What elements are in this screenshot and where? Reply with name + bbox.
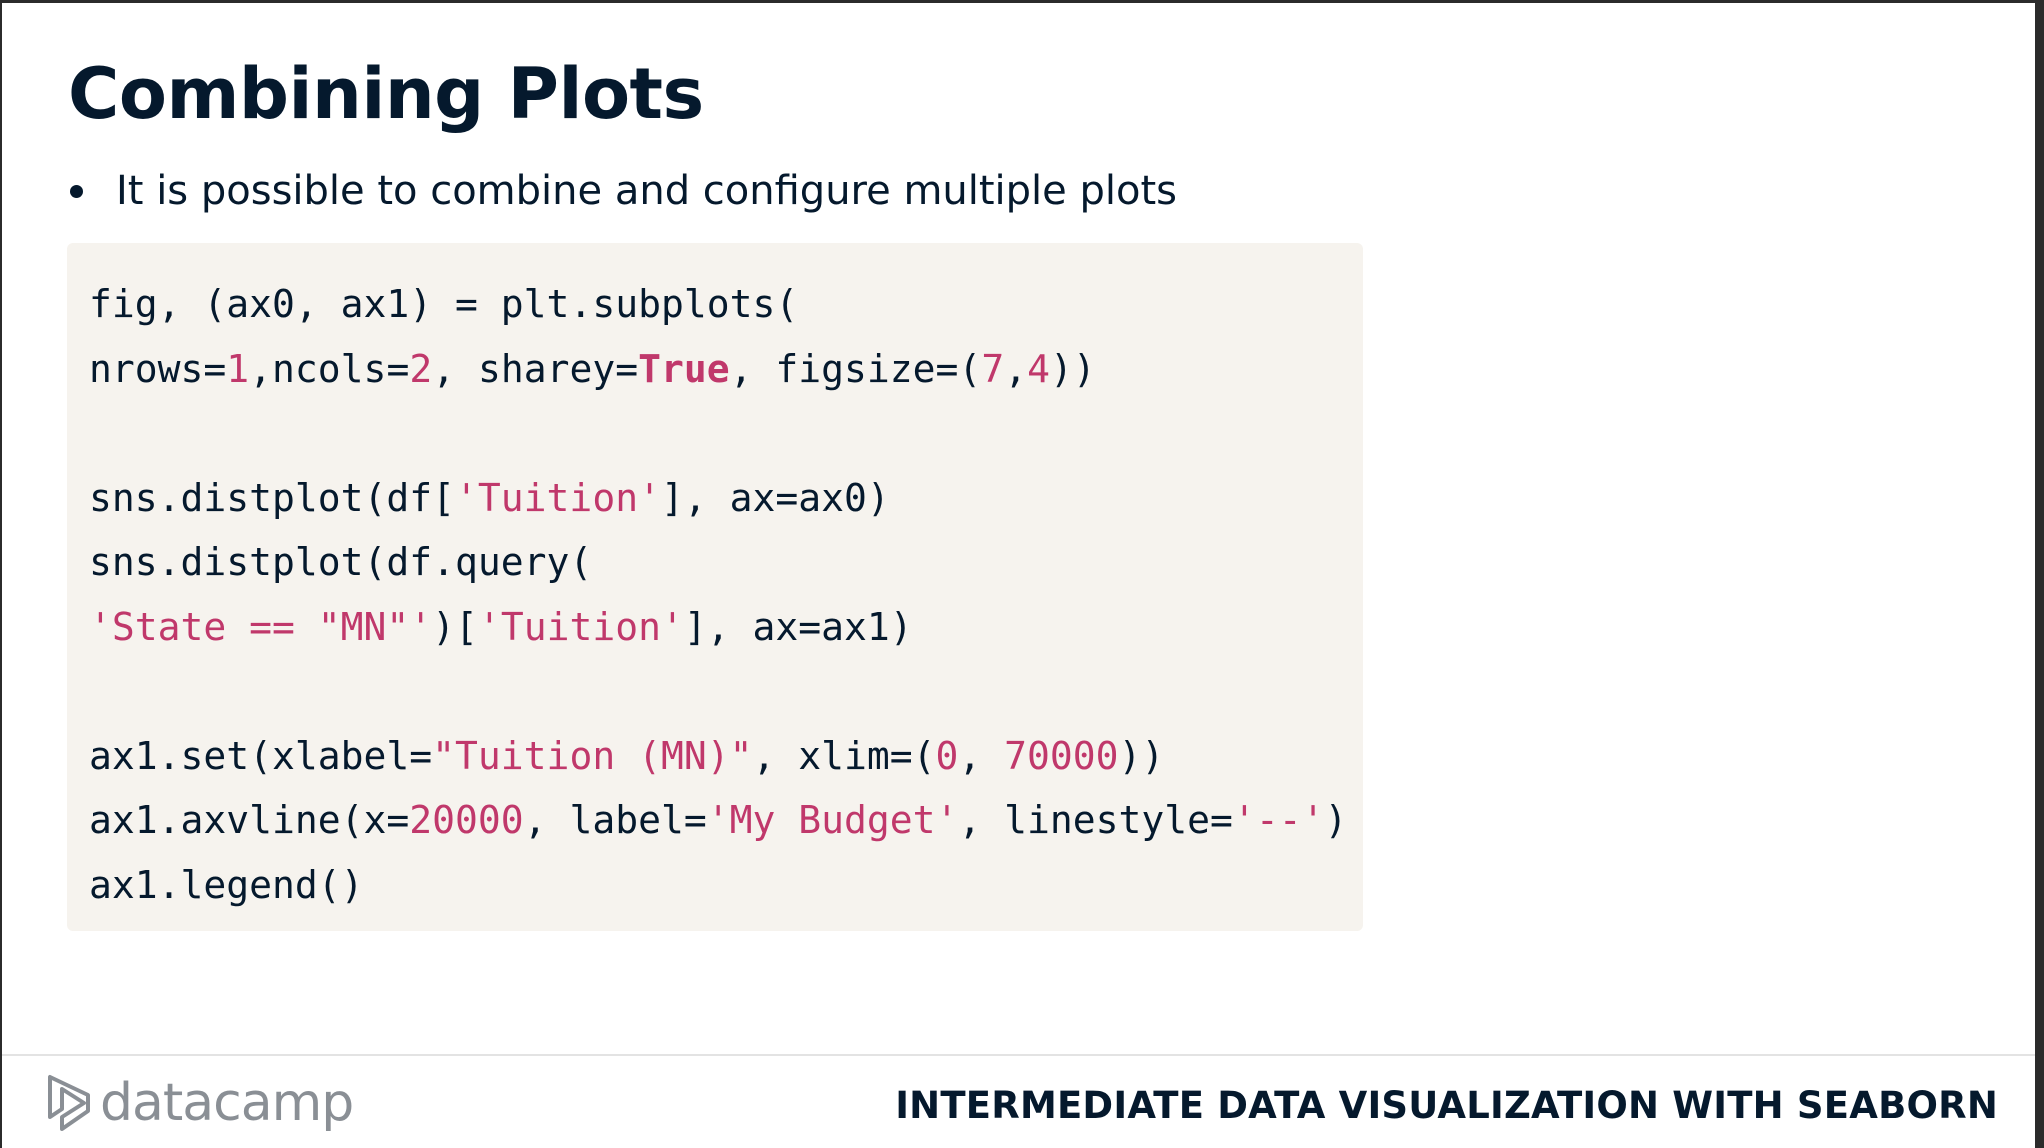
- code-token-num: 4: [1027, 346, 1050, 391]
- datacamp-logo: datacamp: [44, 1073, 354, 1133]
- course-title: INTERMEDIATE DATA VISUALIZATION WITH SEA…: [895, 1084, 1998, 1127]
- bullet-text: It is possible to combine and configure …: [116, 168, 1177, 214]
- code-token-str: '--': [1232, 798, 1325, 842]
- code-token-str: "Tuition (MN)": [432, 733, 753, 778]
- code-line: nrows=1,ncols=2, sharey=True, figsize=(7…: [89, 337, 1347, 402]
- code-token-num: 20000: [409, 798, 524, 842]
- code-token-str: 'Tuition': [455, 475, 661, 520]
- code-token-plain: , xlim=(: [752, 733, 936, 778]
- code-token-num: 1: [226, 346, 250, 391]
- code-token-plain: ax1.legend(): [89, 862, 364, 907]
- code-token-plain: )): [1118, 733, 1165, 778]
- code-token-plain: ,: [1004, 346, 1028, 391]
- footer-divider: [2, 1054, 2035, 1056]
- code-line: ax1.set(xlabel="Tuition (MN)", xlim=(0, …: [89, 724, 1347, 789]
- code-token-plain: ,: [958, 733, 1005, 778]
- slide: Combining Plots It is possible to combin…: [2, 3, 2035, 1148]
- code-token-kw: True: [638, 346, 730, 391]
- code-token-plain: ], ax=ax1): [683, 604, 913, 649]
- code-token-plain: ax1.axvline(x=: [89, 798, 410, 842]
- code-token-plain: nrows=: [89, 346, 227, 391]
- bullet-dot-icon: [70, 185, 83, 198]
- code-token-plain: sns.distplot(df[: [89, 475, 456, 520]
- code-token-str: 'My Budget': [706, 798, 959, 842]
- code-token-plain: , label=: [523, 798, 707, 842]
- code-token-plain: ,ncols=: [249, 346, 410, 391]
- code-token-num: 70000: [1004, 733, 1119, 778]
- code-token-plain: ], ax=ax0): [660, 475, 890, 520]
- bullet-list: It is possible to combine and configure …: [68, 161, 1177, 221]
- code-token-plain: , linestyle=: [958, 798, 1233, 842]
- code-token-num: 0: [935, 733, 959, 778]
- code-line: fig, (ax0, ax1) = plt.subplots(: [89, 272, 1347, 337]
- code-line: sns.distplot(df.query(: [89, 530, 1347, 595]
- code-token-plain: )[: [432, 604, 478, 649]
- bullet-item: It is possible to combine and configure …: [68, 161, 1177, 221]
- code-token-plain: ): [1324, 798, 1348, 842]
- slide-title: Combining Plots: [68, 53, 704, 135]
- code-token-plain: )): [1049, 346, 1096, 391]
- code-block: fig, (ax0, ax1) = plt.subplots(nrows=1,n…: [67, 243, 1363, 931]
- code-line: sns.distplot(df['Tuition'], ax=ax0): [89, 466, 1347, 531]
- code-token-plain: , figsize=(: [729, 346, 982, 391]
- code-token-str: 'Tuition': [477, 604, 684, 649]
- code-line: ax1.legend(): [89, 853, 1347, 918]
- datacamp-logo-icon: [48, 1075, 90, 1131]
- code-line: ax1.axvline(x=20000, label='My Budget', …: [89, 788, 1347, 853]
- code-token-plain: fig, (ax0, ax1) = plt.subplots(: [89, 282, 799, 326]
- code-text: fig, (ax0, ax1) = plt.subplots(nrows=1,n…: [89, 272, 1347, 917]
- logo-text: datacamp: [100, 1073, 354, 1133]
- code-line: 'State == "MN"')['Tuition'], ax=ax1): [89, 595, 1347, 660]
- code-token-plain: , sharey=: [432, 346, 639, 391]
- code-token-str: 'State == "MN"': [89, 604, 433, 649]
- code-token-plain: ax1.set(xlabel=: [89, 733, 433, 778]
- code-token-plain: sns.distplot(df.query(: [89, 540, 593, 584]
- code-token-num: 2: [409, 346, 433, 391]
- code-token-num: 7: [981, 346, 1005, 391]
